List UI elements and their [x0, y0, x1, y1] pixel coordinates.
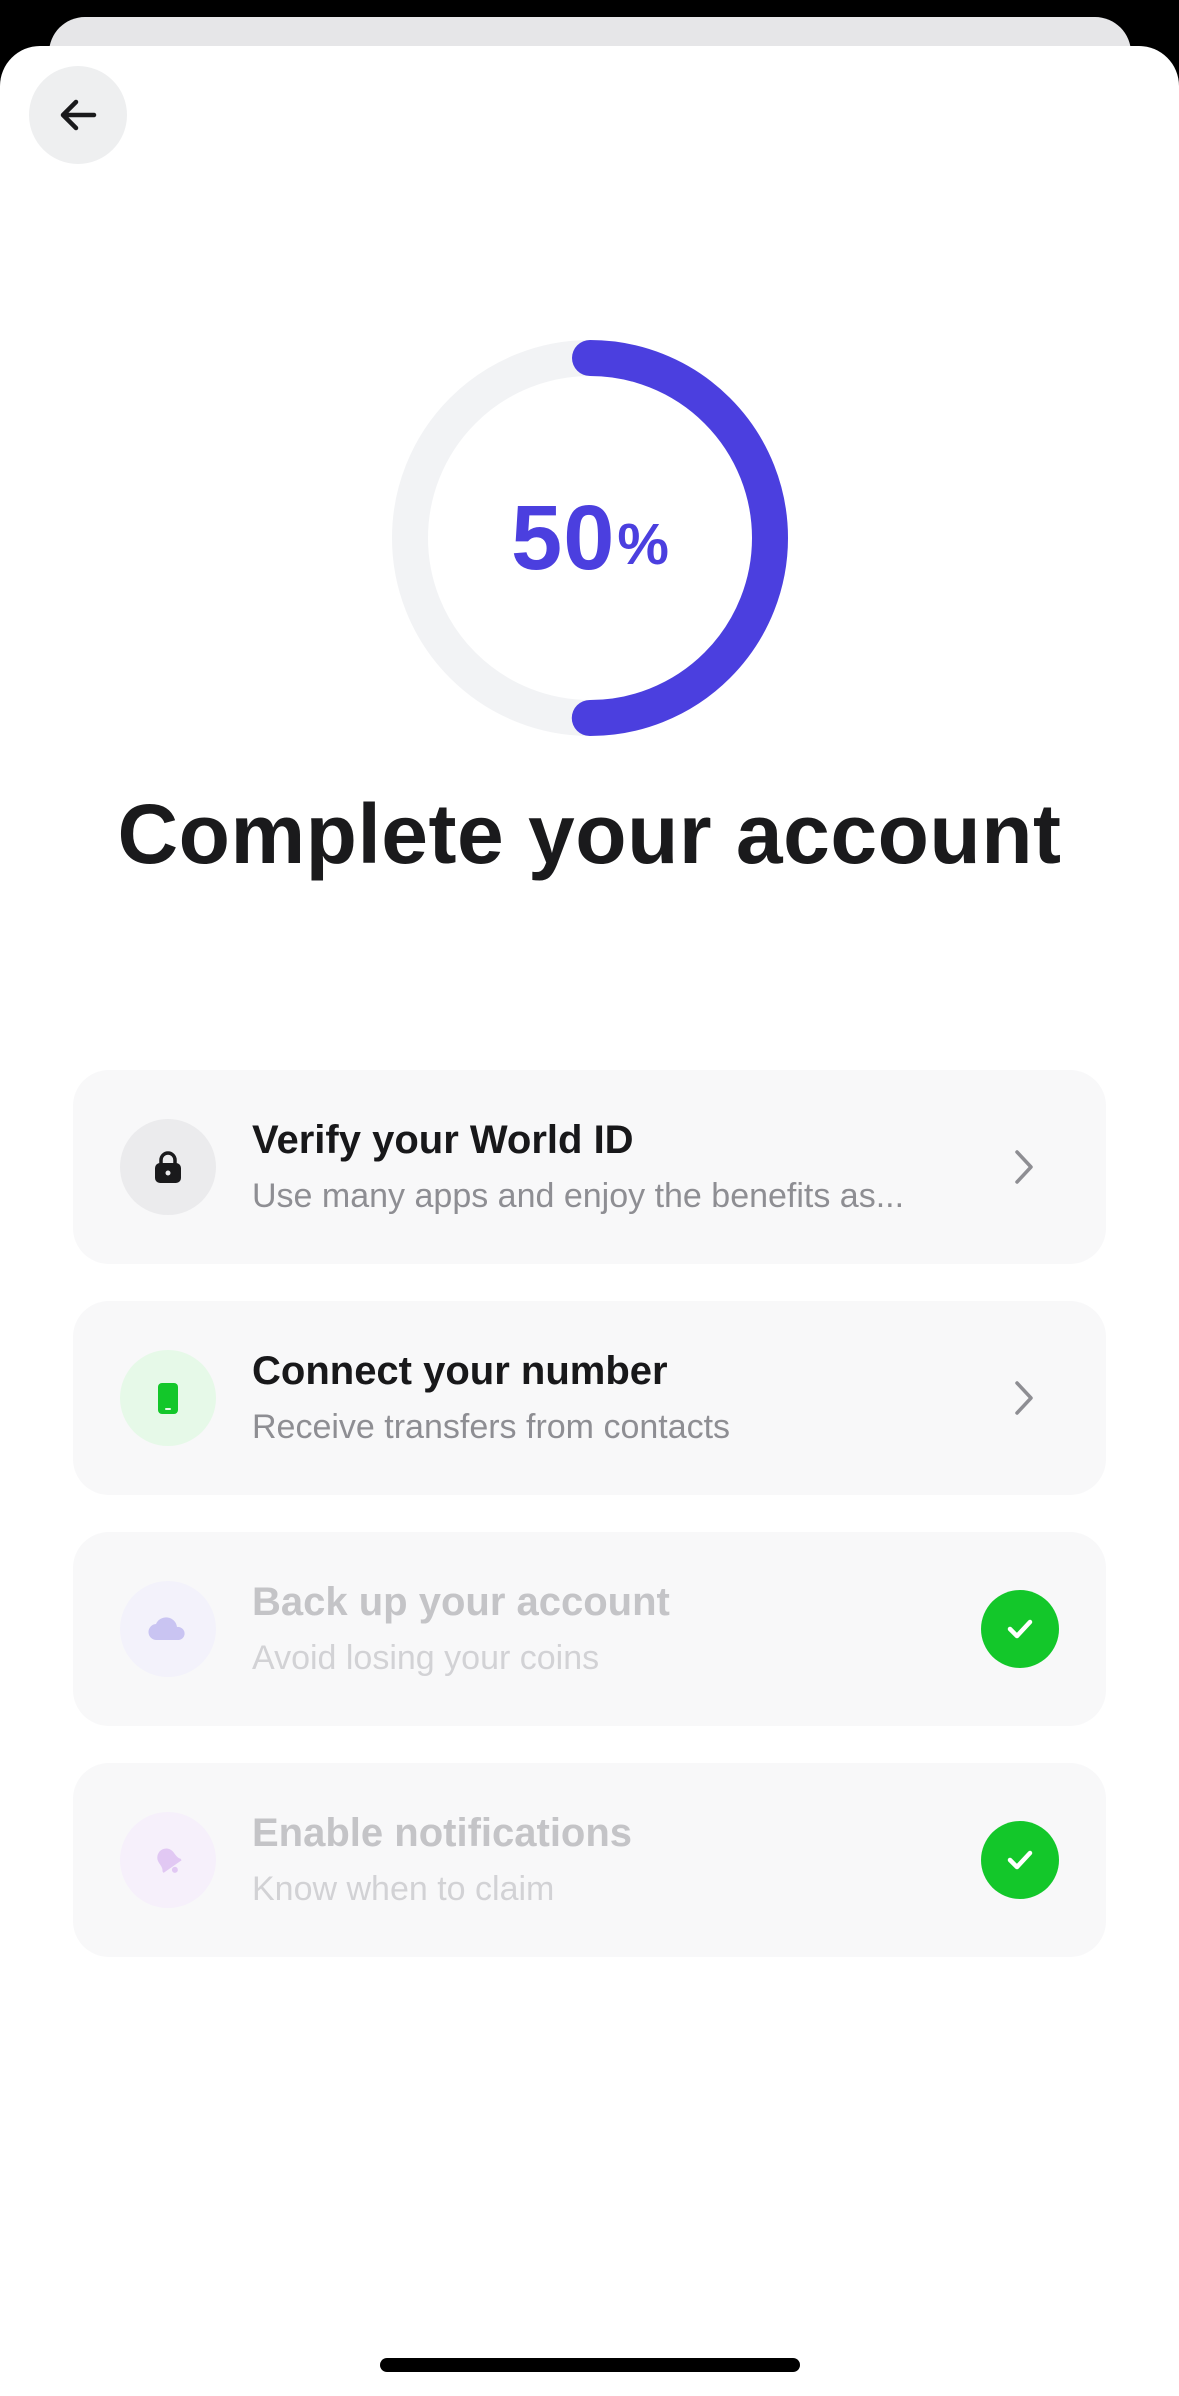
home-indicator	[380, 2358, 800, 2372]
task-icon-container	[120, 1350, 216, 1446]
task-icon-container	[120, 1581, 216, 1677]
lock-icon	[155, 1151, 181, 1183]
task-subtitle: Avoid losing your coins	[252, 1639, 600, 1677]
cloud-icon	[148, 1617, 185, 1641]
progress-label: 50 %	[390, 338, 790, 738]
phone-icon	[158, 1383, 178, 1414]
task-back-up-account[interactable]: Back up your account Avoid losing your c…	[73, 1532, 1106, 1726]
back-button[interactable]	[29, 66, 127, 164]
task-enable-notifications[interactable]: Enable notifications Know when to claim	[73, 1763, 1106, 1957]
completed-badge	[981, 1590, 1059, 1668]
chevron-right-icon	[1004, 1378, 1044, 1418]
task-list: Verify your World ID Use many apps and e…	[73, 1070, 1106, 1994]
task-icon-container	[120, 1119, 216, 1215]
chevron-right-icon	[1004, 1147, 1044, 1187]
task-icon-container	[120, 1812, 216, 1908]
task-title: Verify your World ID	[252, 1118, 634, 1162]
page-title: Complete your account	[117, 787, 1062, 881]
task-subtitle: Use many apps and enjoy the benefits as.…	[252, 1177, 905, 1215]
task-title: Back up your account	[252, 1580, 670, 1624]
task-title: Connect your number	[252, 1349, 668, 1393]
progress-ring: 50 %	[390, 338, 790, 738]
task-verify-world-id[interactable]: Verify your World ID Use many apps and e…	[73, 1070, 1106, 1264]
task-connect-number[interactable]: Connect your number Receive transfers fr…	[73, 1301, 1106, 1495]
task-title: Enable notifications	[252, 1811, 633, 1855]
task-subtitle: Receive transfers from contacts	[252, 1408, 731, 1446]
bell-icon	[157, 1848, 182, 1873]
arrow-left-icon	[60, 99, 97, 131]
complete-account-sheet: 50 % Complete your account Verify your W…	[0, 46, 1179, 2396]
progress-percent: 50	[511, 486, 616, 589]
check-icon	[1007, 1619, 1033, 1639]
completed-badge	[981, 1821, 1059, 1899]
check-icon	[1007, 1850, 1033, 1870]
progress-percent-sign: %	[617, 511, 669, 577]
task-subtitle: Know when to claim	[252, 1870, 555, 1908]
